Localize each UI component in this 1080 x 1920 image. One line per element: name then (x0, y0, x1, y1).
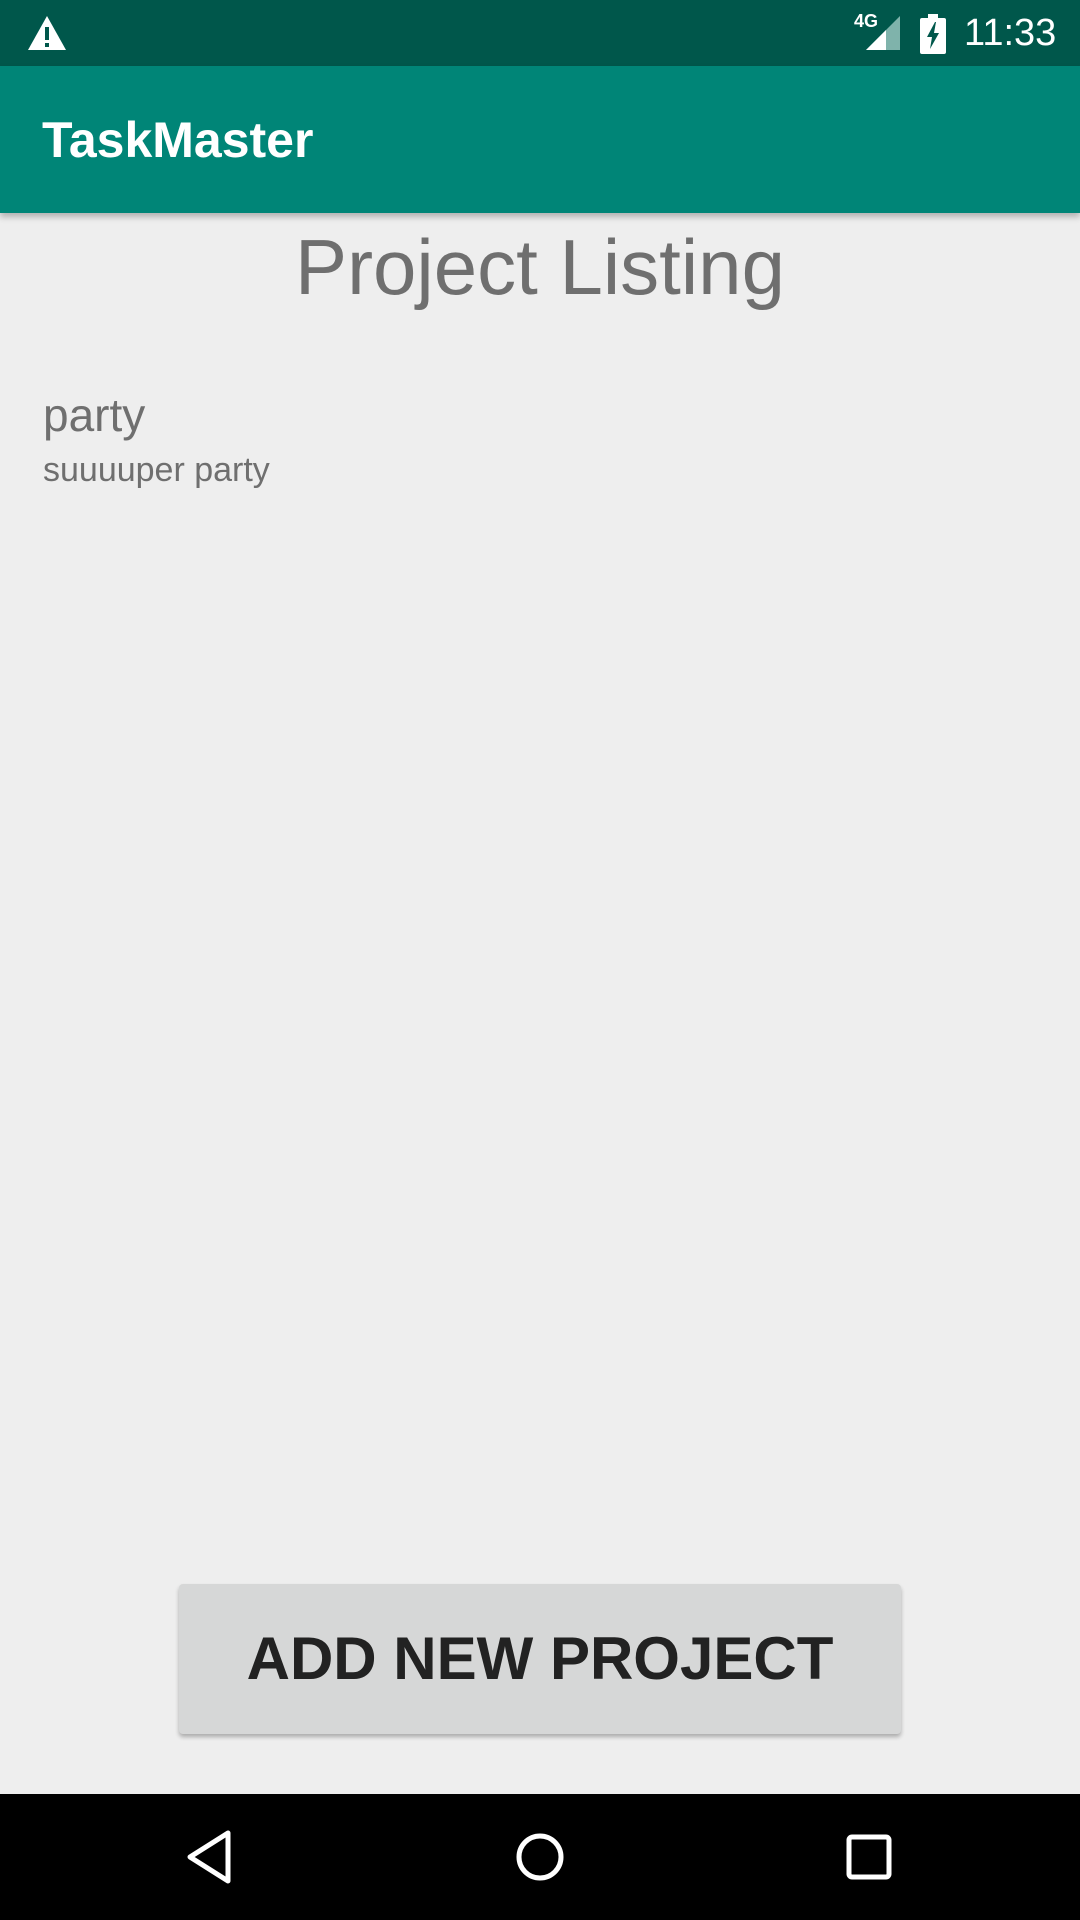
warning-icon (28, 16, 66, 50)
page-title: Project Listing (295, 223, 785, 311)
project-name: party (43, 389, 146, 441)
add-new-project-button[interactable]: ADD NEW PROJECT (179, 1584, 901, 1734)
project-list: party suuuuper party (0, 380, 1080, 500)
app-bar: TaskMaster (0, 66, 1080, 213)
app-title: TaskMaster (42, 112, 314, 168)
status-clock: 11:33 (964, 12, 1057, 54)
battery-charging-icon (920, 14, 946, 54)
home-icon[interactable] (507, 1824, 573, 1890)
list-item[interactable]: party suuuuper party (0, 380, 1080, 500)
status-bar: 4G 11:33 (0, 0, 1080, 66)
recents-icon[interactable] (836, 1824, 902, 1890)
navigation-bar (0, 1794, 1080, 1920)
cell-signal-icon (866, 16, 900, 50)
back-icon[interactable] (178, 1824, 244, 1890)
project-description: suuuuper party (43, 451, 270, 489)
